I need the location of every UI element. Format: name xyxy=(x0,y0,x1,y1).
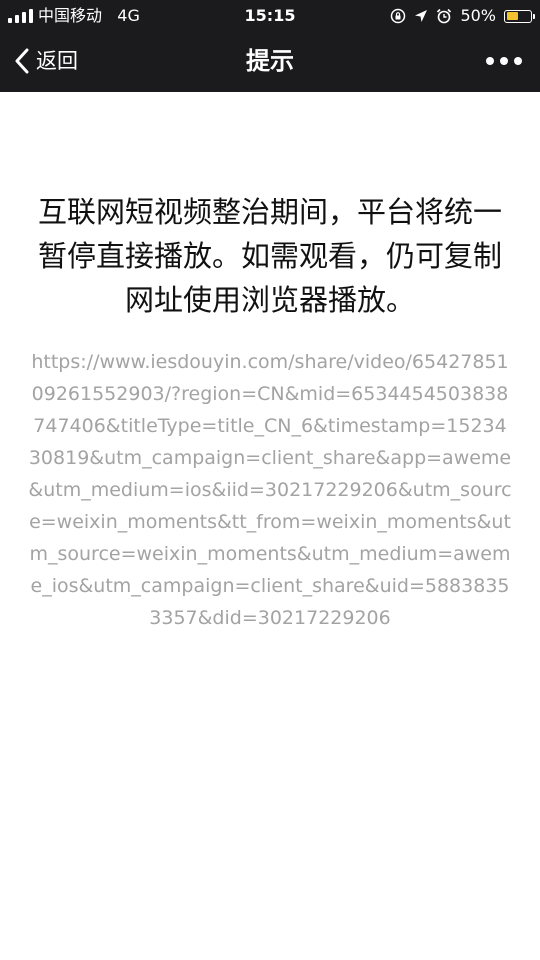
more-dot xyxy=(500,57,508,65)
more-dot xyxy=(486,57,494,65)
status-icons: 50% xyxy=(390,6,535,26)
page-title: 提示 xyxy=(246,47,294,75)
status-bar: 中国移动 4G 15:15 50% xyxy=(0,0,540,32)
more-dots-icon[interactable] xyxy=(486,54,522,68)
alarm-icon xyxy=(437,8,452,24)
rotation-lock-icon xyxy=(391,8,406,24)
nav-bar: 返回 提示 xyxy=(0,32,540,92)
location-arrow-icon xyxy=(415,10,428,22)
battery-level xyxy=(506,12,518,20)
battery-icon xyxy=(504,9,535,23)
notice-text: 互联网短视频整治期间，平台将统一暂停直接播放。如需观看，仍可复制网址使用浏览器播… xyxy=(37,195,502,317)
header: 中国移动 4G 15:15 50% 返回 提示 xyxy=(0,0,540,92)
battery-percent: 50% xyxy=(460,6,496,25)
more-dot xyxy=(514,57,522,65)
share-url[interactable]: https://www.iesdouyin.com/share/video/65… xyxy=(28,346,512,634)
